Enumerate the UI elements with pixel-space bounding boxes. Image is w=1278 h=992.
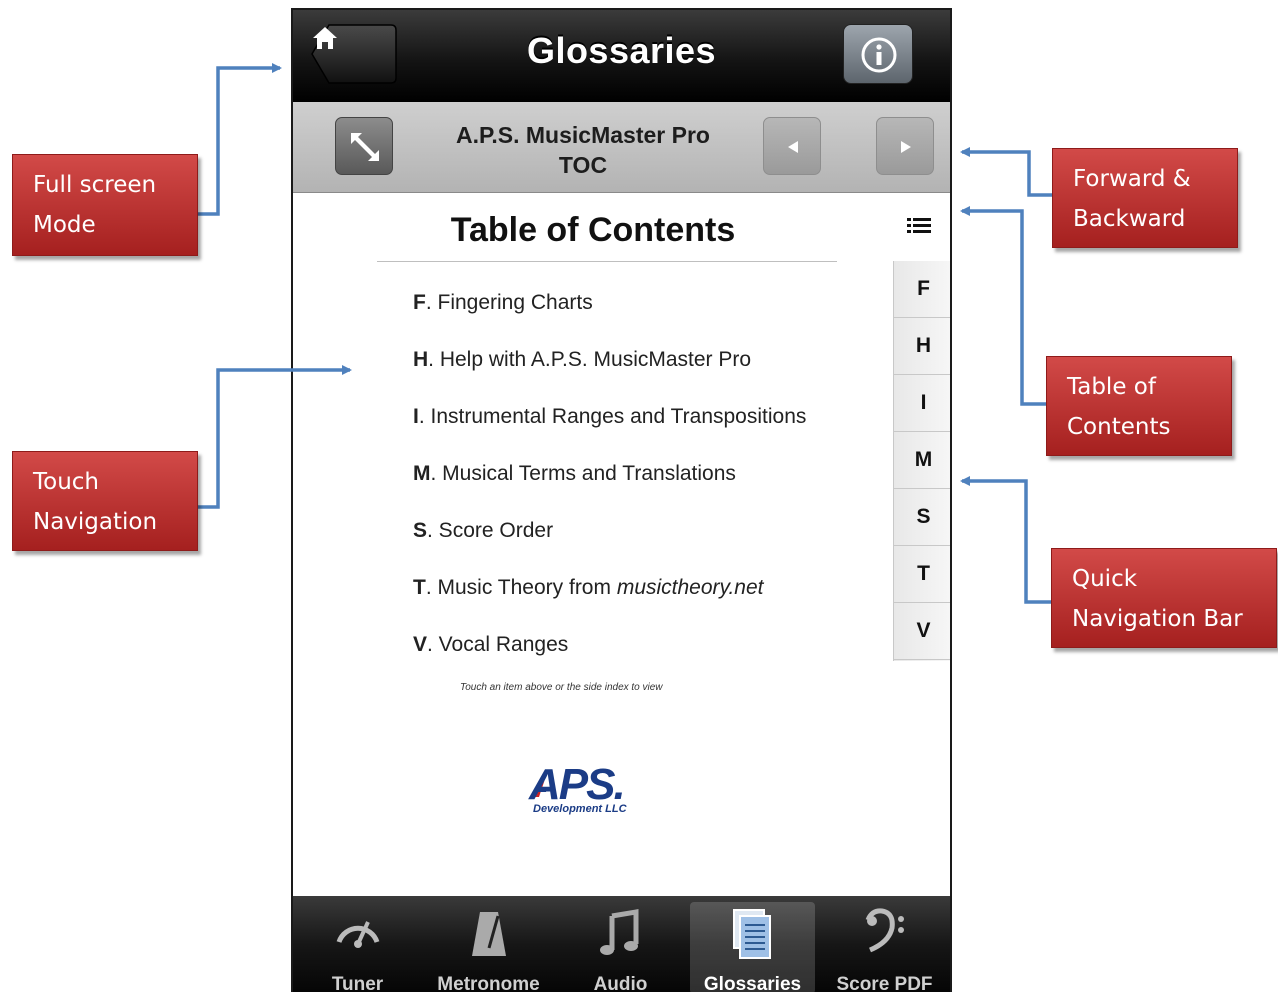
callout-line: Mode [33, 212, 96, 238]
callout-line: Forward & [1073, 166, 1191, 192]
callout-line: Table of [1067, 374, 1156, 400]
callout-table-of-contents: Table of Contents [1046, 356, 1232, 456]
arrow-fullscreen [197, 63, 282, 216]
callout-line: Contents [1067, 414, 1171, 440]
arrow-touch [197, 365, 352, 509]
arrow-quick-nav [960, 476, 1052, 604]
callout-line: Navigation Bar [1072, 606, 1243, 632]
callout-fullscreen: Full screen Mode [12, 154, 198, 256]
callout-forward-backward: Forward & Backward [1052, 148, 1238, 248]
callout-line: Quick [1072, 566, 1138, 592]
arrow-forward-backward [960, 147, 1053, 197]
arrow-toc [960, 206, 1048, 406]
callout-line: Navigation [33, 509, 158, 535]
callout-line: Full screen [33, 172, 157, 198]
callout-quick-navigation: Quick Navigation Bar [1051, 548, 1277, 648]
callout-touch-navigation: Touch Navigation [12, 451, 198, 551]
callout-line: Backward [1073, 206, 1186, 232]
callout-line: Touch [33, 469, 100, 495]
